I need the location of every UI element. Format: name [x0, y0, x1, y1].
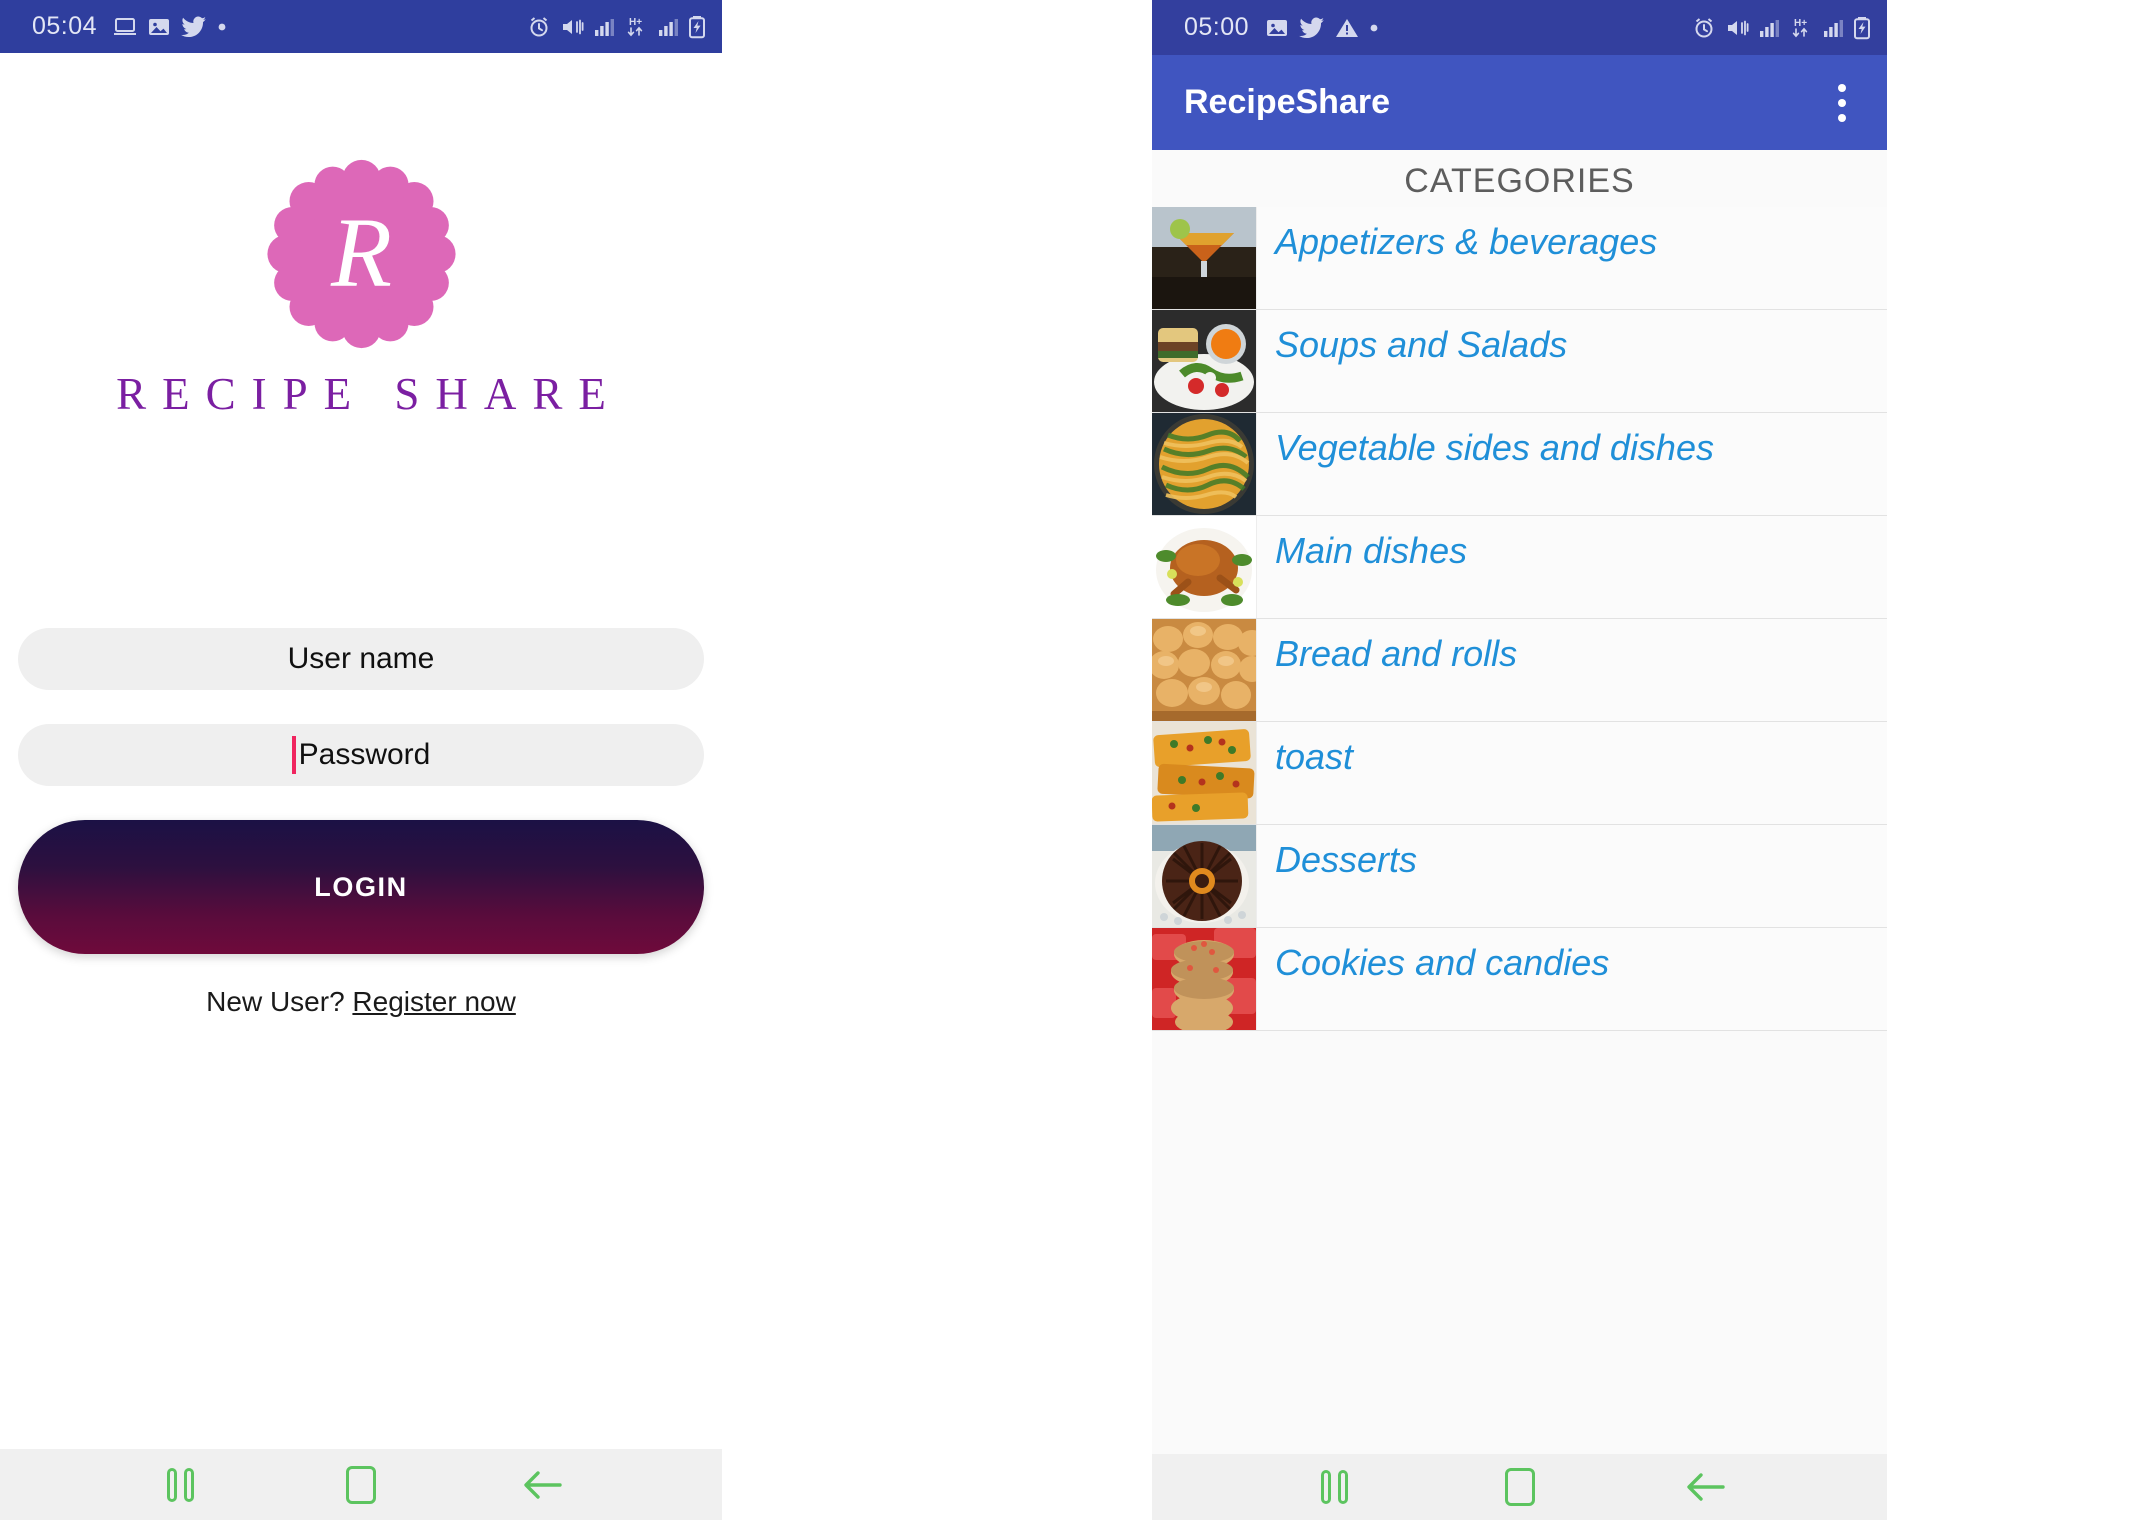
categories-list: Appetizers & beverages Soups and Salads …: [1152, 207, 1887, 1031]
list-bottom-spacer: [1152, 1031, 1887, 1131]
image-icon: [1265, 17, 1289, 39]
username-input[interactable]: User name: [18, 628, 704, 690]
list-item[interactable]: Main dishes: [1152, 516, 1887, 619]
list-item[interactable]: Appetizers & beverages: [1152, 207, 1887, 310]
hplus-data-icon: H+: [624, 15, 648, 39]
categories-phone-screenshot: 05:00 H+ RecipeShare CATEGORIES Appetize…: [1152, 0, 1887, 1520]
home-icon: [345, 1465, 376, 1504]
list-item-label: Desserts: [1275, 839, 1418, 880]
login-content: R RECIPE SHARE User name Password LOGIN …: [0, 53, 722, 1449]
list-item[interactable]: Cookies and candies: [1152, 928, 1887, 1031]
status-bar: 05:00 H+: [1152, 0, 1887, 55]
home-button[interactable]: [1475, 1457, 1565, 1517]
password-input-inner: Password: [291, 736, 431, 774]
back-button[interactable]: [497, 1455, 587, 1515]
recents-button[interactable]: [135, 1455, 225, 1515]
signal-icon: [593, 16, 615, 38]
recents-icon: [1321, 1470, 1348, 1504]
back-arrow-icon: [523, 1470, 562, 1499]
system-navigation-bar: [1152, 1454, 1887, 1520]
list-item[interactable]: Desserts: [1152, 825, 1887, 928]
toast-photo-icon: [1152, 722, 1257, 824]
list-item-label: Soups and Salads: [1275, 324, 1568, 365]
register-now-link[interactable]: Register now: [352, 986, 515, 1017]
alarm-icon: [527, 15, 551, 39]
svg-text:R: R: [330, 197, 392, 308]
warning-icon: [1335, 17, 1359, 39]
login-form: User name Password LOGIN New User? Regis…: [18, 628, 704, 1018]
chocolate-bundt-cake-photo-icon: [1152, 825, 1257, 927]
image-icon: [147, 16, 171, 38]
list-item-label: Bread and rolls: [1275, 633, 1518, 674]
list-item-label: Appetizers & beverages: [1275, 221, 1658, 262]
list-item[interactable]: Vegetable sides and dishes: [1152, 413, 1887, 516]
svg-text:H+: H+: [629, 17, 642, 28]
status-bar: 05:04 H+: [0, 0, 722, 53]
app-logo: R RECIPE SHARE: [0, 158, 722, 420]
status-bar-left-group: 05:00: [1184, 13, 1379, 42]
brand-name: RECIPE SHARE: [116, 369, 622, 419]
register-prompt: New User? Register now: [18, 986, 704, 1018]
system-navigation-bar: [0, 1449, 722, 1520]
recents-icon: [166, 1467, 194, 1502]
roast-chicken-photo-icon: [1152, 516, 1257, 618]
recents-button[interactable]: [1290, 1457, 1380, 1517]
twitter-icon: [181, 16, 207, 38]
mute-icon: [1725, 16, 1749, 40]
status-bar-clock: 05:04: [32, 12, 98, 40]
cocktail-glass-photo-icon: [1152, 207, 1257, 309]
login-button[interactable]: LOGIN: [18, 820, 704, 954]
list-item-label: Main dishes: [1275, 530, 1468, 571]
dot-icon: [1369, 23, 1379, 33]
alarm-icon: [1692, 16, 1716, 40]
status-bar-left-group: 05:04: [32, 12, 227, 41]
twitter-icon: [1299, 17, 1325, 39]
stacked-cookies-photo-icon: [1152, 928, 1257, 1030]
password-input-value: Password: [298, 738, 431, 771]
soup-and-salad-photo-icon: [1152, 310, 1257, 412]
new-user-text: New User?: [206, 986, 345, 1017]
list-item-label: Cookies and candies: [1275, 942, 1610, 983]
scalloped-badge-icon: R: [264, 158, 459, 350]
status-bar-clock: 05:00: [1184, 13, 1250, 41]
battery-charging-icon: [688, 15, 706, 39]
signal-icon: [1822, 17, 1844, 39]
svg-text:H+: H+: [1794, 18, 1807, 29]
mute-icon: [560, 15, 584, 39]
categories-content: CATEGORIES Appetizers & beverages Soups …: [1152, 150, 1887, 1454]
laptop-icon: [113, 16, 137, 38]
login-button-label: LOGIN: [314, 871, 408, 902]
more-options-icon[interactable]: [1825, 80, 1859, 126]
categories-header: CATEGORIES: [1404, 162, 1635, 200]
hplus-data-icon: H+: [1789, 16, 1813, 40]
back-button[interactable]: [1660, 1457, 1750, 1517]
login-phone-screenshot: 05:04 H+ R RECIPE SHARE User name Passwo…: [0, 0, 722, 1520]
password-input[interactable]: Password: [18, 724, 704, 786]
dot-icon: [217, 22, 227, 32]
app-bar: RecipeShare: [1152, 55, 1887, 150]
list-item-label: toast: [1275, 736, 1354, 777]
list-item-label: Vegetable sides and dishes: [1275, 427, 1714, 468]
text-cursor: [291, 736, 296, 774]
app-title: RecipeShare: [1184, 83, 1390, 121]
list-item[interactable]: Soups and Salads: [1152, 310, 1887, 413]
battery-charging-icon: [1853, 16, 1871, 40]
dinner-rolls-photo-icon: [1152, 619, 1257, 721]
list-item[interactable]: toast: [1152, 722, 1887, 825]
signal-icon: [1758, 17, 1780, 39]
green-bean-casserole-photo-icon: [1152, 413, 1257, 515]
username-input-value: User name: [287, 642, 435, 675]
home-icon: [1504, 1468, 1535, 1506]
status-bar-right-group: H+: [527, 15, 706, 39]
status-bar-right-group: H+: [1692, 16, 1871, 40]
home-button[interactable]: [316, 1455, 406, 1515]
back-arrow-icon: [1686, 1473, 1725, 1501]
list-item[interactable]: Bread and rolls: [1152, 619, 1887, 722]
signal-icon: [657, 16, 679, 38]
